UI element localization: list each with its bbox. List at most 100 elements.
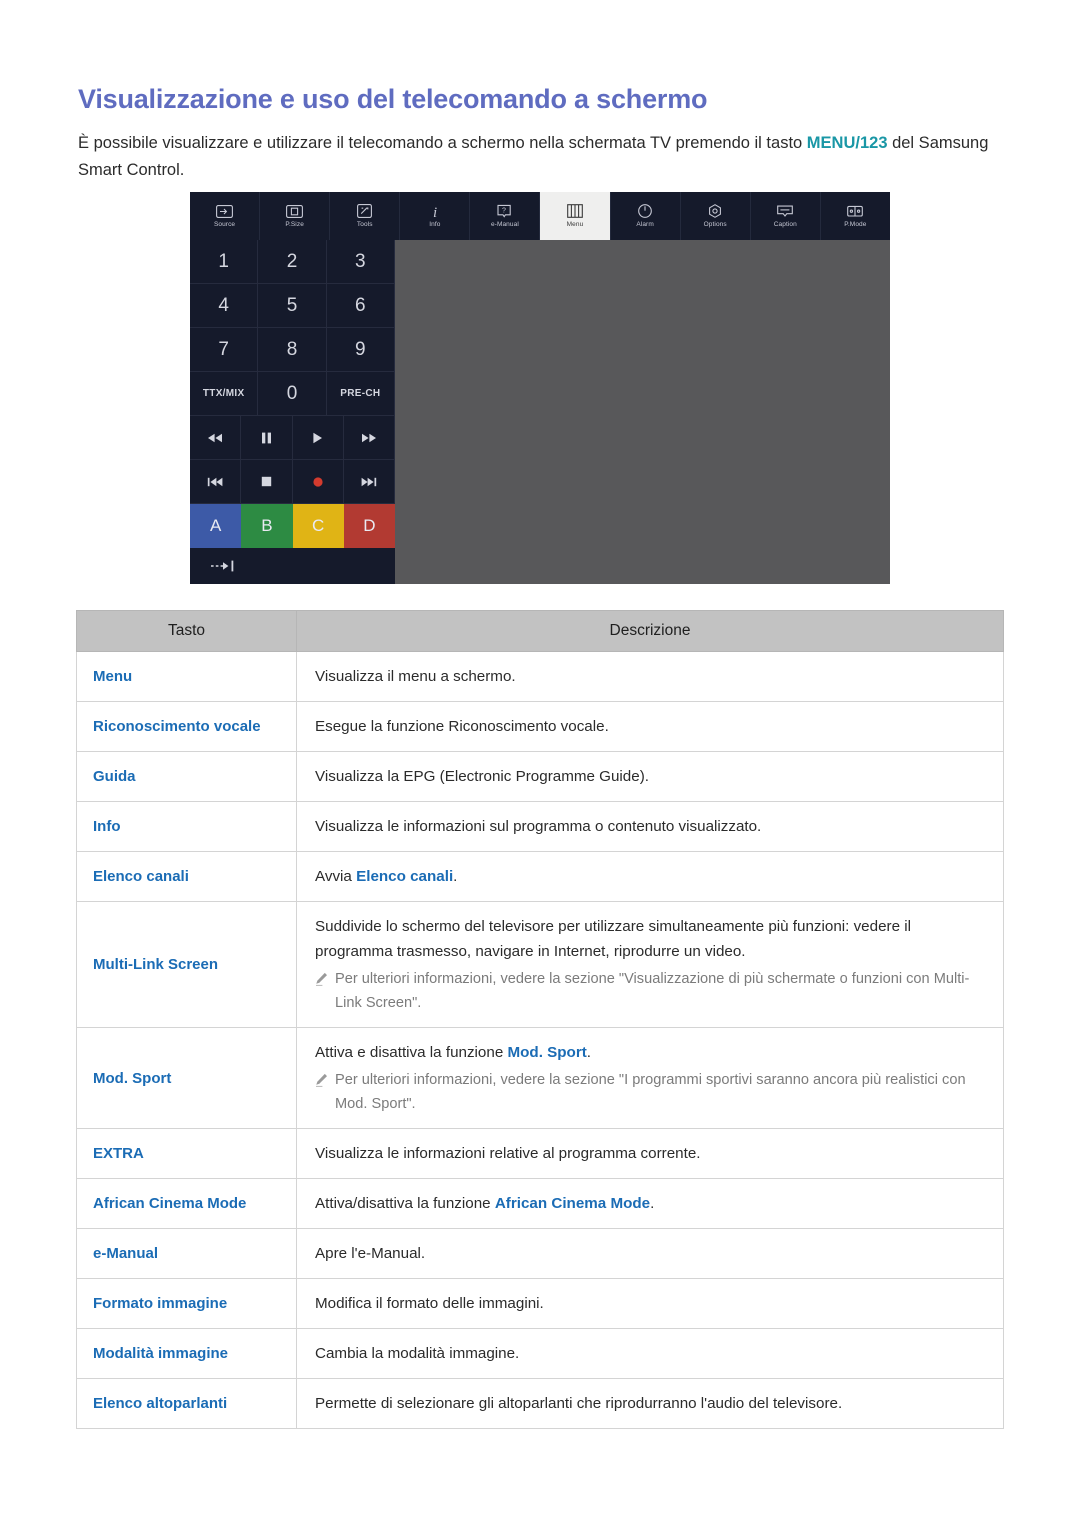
info-icon: i xyxy=(426,203,444,219)
remote-topbar-item-e-manual[interactable]: ? e-Manual xyxy=(470,192,541,240)
remote-key-2[interactable]: 2 xyxy=(258,240,327,284)
fast-forward-icon[interactable] xyxy=(343,416,395,460)
table-cell-key[interactable]: Guida xyxy=(76,751,297,802)
tools-icon xyxy=(356,203,374,219)
remote-key-7[interactable]: 7 xyxy=(190,328,259,372)
remote-key-3[interactable]: 3 xyxy=(326,240,395,284)
table-cell-key[interactable]: Mod. Sport xyxy=(76,1027,297,1129)
description-suffix: . xyxy=(650,1195,655,1212)
remote-key-1[interactable]: 1 xyxy=(190,240,259,284)
table-cell-description: Esegue la funzione Riconoscimento vocale… xyxy=(296,701,1004,752)
table-cell-description: Avvia Elenco canali. xyxy=(296,851,1004,902)
svg-text:?: ? xyxy=(502,208,506,215)
description-plain: Suddivide lo schermo del televisore per … xyxy=(315,918,911,960)
table-header-row: Tasto Descrizione xyxy=(76,610,1004,652)
on-screen-remote-illustration: Source P.Size Tools i Info? e-Manual Menu Alarm… xyxy=(190,192,890,584)
rewind-icon[interactable] xyxy=(190,416,242,460)
play-icon[interactable] xyxy=(292,416,344,460)
remote-topbar-label: Options xyxy=(703,221,727,229)
remote-topbar-item-menu[interactable]: Menu xyxy=(540,192,611,240)
remote-key-6[interactable]: 6 xyxy=(326,284,395,328)
svg-text:i: i xyxy=(433,205,437,219)
remote-key-pre-ch[interactable]: PRE-CH xyxy=(326,372,395,416)
remote-topbar-item-info[interactable]: i Info xyxy=(400,192,471,240)
remote-topbar-item-caption[interactable]: Caption xyxy=(751,192,821,240)
table-row: Guida Visualizza la EPG (Electronic Progr… xyxy=(76,751,1004,802)
table-cell-key[interactable]: e-Manual xyxy=(76,1228,297,1279)
remote-topbar-item-source[interactable]: Source xyxy=(190,192,261,240)
remote-key-ttx-mix[interactable]: TTX/MIX xyxy=(190,372,259,416)
source-icon xyxy=(216,203,234,219)
record-icon[interactable] xyxy=(292,460,344,504)
table-cell-description: Attiva e disattiva la funzione Mod. Spor… xyxy=(296,1027,1004,1129)
description-plain: Visualizza le informazioni relative al p… xyxy=(315,1145,701,1162)
table-cell-key[interactable]: Elenco canali xyxy=(76,851,297,902)
remote-key-9[interactable]: 9 xyxy=(326,328,395,372)
pencil-icon xyxy=(315,970,328,994)
description-plain: Visualizza il menu a schermo. xyxy=(315,668,516,685)
description-text: Avvia Elenco canali. xyxy=(315,864,989,889)
description-text: Permette di selezionare gli altoparlanti… xyxy=(315,1391,989,1416)
exit-arrow-icon[interactable] xyxy=(210,559,240,578)
description-prefix: Avvia xyxy=(315,868,357,885)
table-row: Formato immagine Modifica il formato dell… xyxy=(76,1278,1004,1329)
description-text: Visualizza le informazioni sul programma… xyxy=(315,814,989,839)
description-prefix: Attiva e disattiva la funzione xyxy=(315,1044,508,1061)
table-cell-key[interactable]: Riconoscimento vocale xyxy=(76,701,297,752)
psize-icon xyxy=(286,203,304,219)
remote-keypad-row: 123 xyxy=(190,240,395,284)
description-link[interactable]: Mod. Sport xyxy=(507,1044,586,1061)
description-text: Visualizza le informazioni relative al p… xyxy=(315,1141,989,1166)
table-cell-key[interactable]: EXTRA xyxy=(76,1128,297,1179)
remote-topbar: Source P.Size Tools i Info? e-Manual Menu Alarm… xyxy=(190,192,890,240)
skip-forward-icon[interactable] xyxy=(343,460,395,504)
remote-topbar-item-p-mode[interactable]: P.Mode xyxy=(821,192,890,240)
remote-topbar-item-options[interactable]: Options xyxy=(681,192,751,240)
remote-key-8[interactable]: 8 xyxy=(258,328,327,372)
table-row: Elenco altoparlanti Permette di seleziona… xyxy=(76,1378,1004,1429)
description-text: Visualizza la EPG (Electronic Programme … xyxy=(315,764,989,789)
remote-key-5[interactable]: 5 xyxy=(258,284,327,328)
table-row: Info Visualizza le informazioni sul progr… xyxy=(76,801,1004,852)
remote-topbar-label: Alarm xyxy=(636,221,654,229)
remote-topbar-item-p-size[interactable]: P.Size xyxy=(260,192,331,240)
description-text: Attiva/disattiva la funzione African Cin… xyxy=(315,1191,989,1216)
description-link[interactable]: African Cinema Mode xyxy=(495,1195,650,1212)
skip-back-icon[interactable] xyxy=(190,460,242,504)
table-cell-description: Suddivide lo schermo del televisore per … xyxy=(296,901,1004,1028)
pmode-icon xyxy=(846,203,864,219)
remote-key-0[interactable]: 0 xyxy=(258,372,327,416)
remote-topbar-item-tools[interactable]: Tools xyxy=(330,192,401,240)
stop-icon[interactable] xyxy=(241,460,293,504)
remote-topbar-label: Info xyxy=(429,221,441,229)
pause-icon[interactable] xyxy=(241,416,293,460)
note-text: Per ulteriori informazioni, vedere la se… xyxy=(335,1072,966,1112)
remote-topbar-label: P.Size xyxy=(285,221,304,229)
table-cell-key[interactable]: African Cinema Mode xyxy=(76,1178,297,1229)
remote-topbar-label: e-Manual xyxy=(490,221,519,229)
description-link[interactable]: Elenco canali xyxy=(356,868,453,885)
table-cell-description: Visualizza il menu a schermo. xyxy=(296,651,1004,702)
remote-color-key-b[interactable]: B xyxy=(241,504,293,548)
table-row: Riconoscimento vocale Esegue la funzione … xyxy=(76,701,1004,752)
caption-icon xyxy=(776,203,794,219)
table-cell-description: Modifica il formato delle immagini. xyxy=(296,1278,1004,1329)
remote-key-4[interactable]: 4 xyxy=(190,284,259,328)
table-cell-key[interactable]: Menu xyxy=(76,651,297,702)
remote-media-row-2 xyxy=(190,460,395,504)
description-suffix: . xyxy=(453,868,458,885)
table-cell-description: Visualizza le informazioni relative al p… xyxy=(296,1128,1004,1179)
table-cell-key[interactable]: Modalità immagine xyxy=(76,1328,297,1379)
table-cell-key[interactable]: Info xyxy=(76,801,297,852)
remote-color-key-c[interactable]: C xyxy=(292,504,344,548)
table-cell-description: Permette di selezionare gli altoparlanti… xyxy=(296,1378,1004,1429)
remote-color-key-d[interactable]: D xyxy=(343,504,395,548)
remote-color-key-a[interactable]: A xyxy=(190,504,242,548)
alarm-icon xyxy=(636,203,654,219)
remote-topbar-item-alarm[interactable]: Alarm xyxy=(611,192,681,240)
page-root: Visualizzazione e uso del telecomando a … xyxy=(0,0,1080,1527)
table-cell-key[interactable]: Multi-Link Screen xyxy=(76,901,297,1028)
table-row: EXTRA Visualizza le informazioni relative… xyxy=(76,1128,1004,1179)
table-cell-key[interactable]: Formato immagine xyxy=(76,1278,297,1329)
table-cell-key[interactable]: Elenco altoparlanti xyxy=(76,1378,297,1429)
